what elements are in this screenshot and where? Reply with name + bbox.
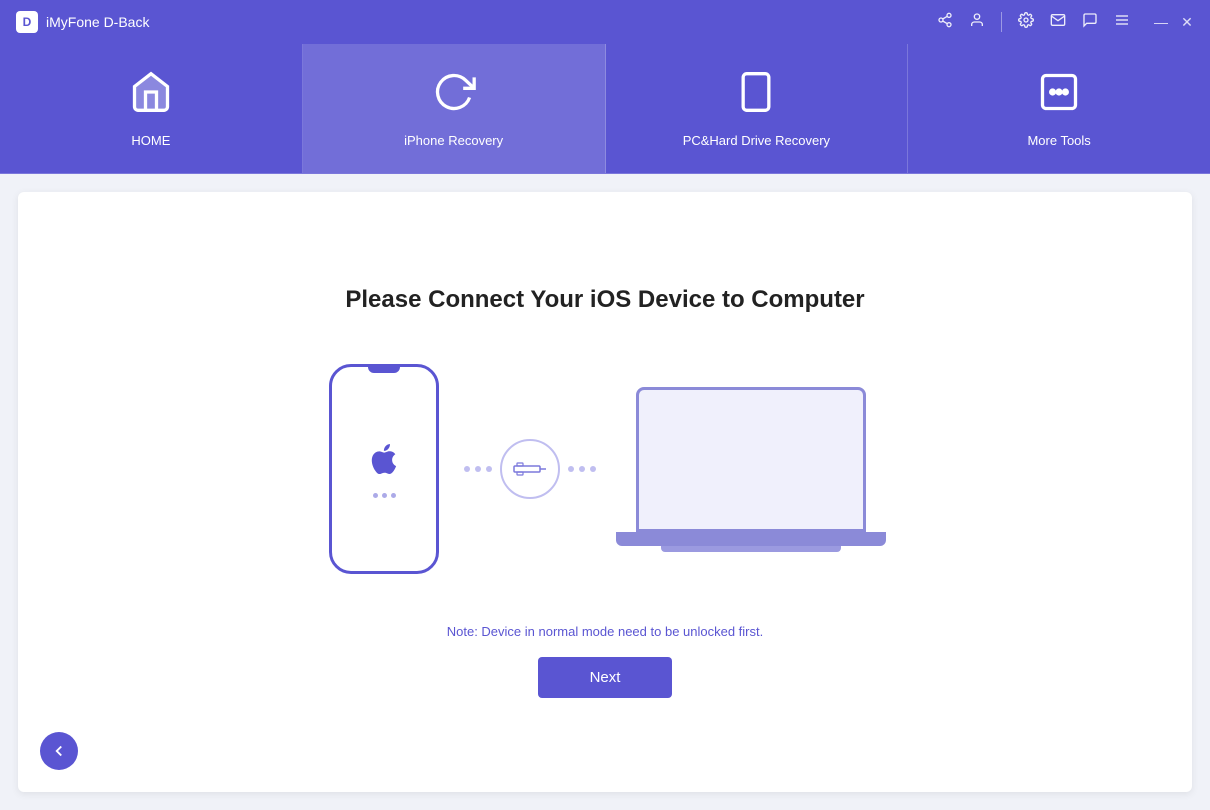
chat-icon[interactable]: [1082, 12, 1098, 33]
nav-item-home[interactable]: HOME: [0, 44, 303, 173]
nav-label-iphone-recovery: iPhone Recovery: [404, 133, 503, 148]
apple-logo: [366, 441, 402, 485]
minimize-button[interactable]: —: [1154, 15, 1168, 29]
window-controls: — ✕: [1154, 15, 1194, 29]
phone-notch: [368, 367, 400, 373]
nav-item-iphone-recovery[interactable]: iPhone Recovery: [303, 44, 606, 173]
pc-recovery-icon: [734, 70, 778, 123]
nav-item-more-tools[interactable]: More Tools: [908, 44, 1210, 173]
nav-bar: HOME iPhone Recovery PC&Hard Drive Recov…: [0, 44, 1210, 174]
laptop-screen: [636, 387, 866, 532]
share-icon[interactable]: [937, 12, 953, 33]
right-dots: [568, 466, 596, 472]
iphone-recovery-icon: [432, 70, 476, 123]
illustration: [324, 364, 886, 574]
next-button[interactable]: Next: [538, 657, 673, 698]
left-dots: [464, 466, 492, 472]
app-icon: D: [16, 11, 38, 33]
nav-label-more-tools: More Tools: [1027, 133, 1090, 148]
phone-body: [329, 364, 439, 574]
phone-illustration: [324, 364, 444, 574]
close-button[interactable]: ✕: [1180, 15, 1194, 29]
nav-item-pc-recovery[interactable]: PC&Hard Drive Recovery: [606, 44, 909, 173]
laptop-foot: [661, 546, 841, 552]
more-tools-icon: [1037, 70, 1081, 123]
back-button[interactable]: [40, 732, 78, 770]
title-bar-right: — ✕: [937, 12, 1194, 33]
title-bar-left: D iMyFone D-Back: [16, 11, 937, 33]
title-bar: D iMyFone D-Back — ✕: [0, 0, 1210, 44]
connection-area: [464, 439, 596, 499]
note-text: Note: Device in normal mode need to be u…: [447, 624, 764, 639]
usb-connector: [500, 439, 560, 499]
laptop-illustration: [616, 387, 886, 552]
laptop-base: [616, 532, 886, 546]
divider: [1001, 12, 1002, 32]
profile-icon[interactable]: [969, 12, 985, 33]
main-content: Please Connect Your iOS Device to Comput…: [18, 192, 1192, 792]
menu-icon[interactable]: [1114, 12, 1130, 33]
mail-icon[interactable]: [1050, 12, 1066, 33]
settings-icon[interactable]: [1018, 12, 1034, 33]
nav-label-home: HOME: [131, 133, 170, 148]
page-title: Please Connect Your iOS Device to Comput…: [345, 286, 864, 314]
phone-dots: [373, 493, 396, 498]
app-title: iMyFone D-Back: [46, 14, 149, 30]
nav-label-pc-recovery: PC&Hard Drive Recovery: [683, 133, 830, 148]
home-icon: [129, 70, 173, 123]
